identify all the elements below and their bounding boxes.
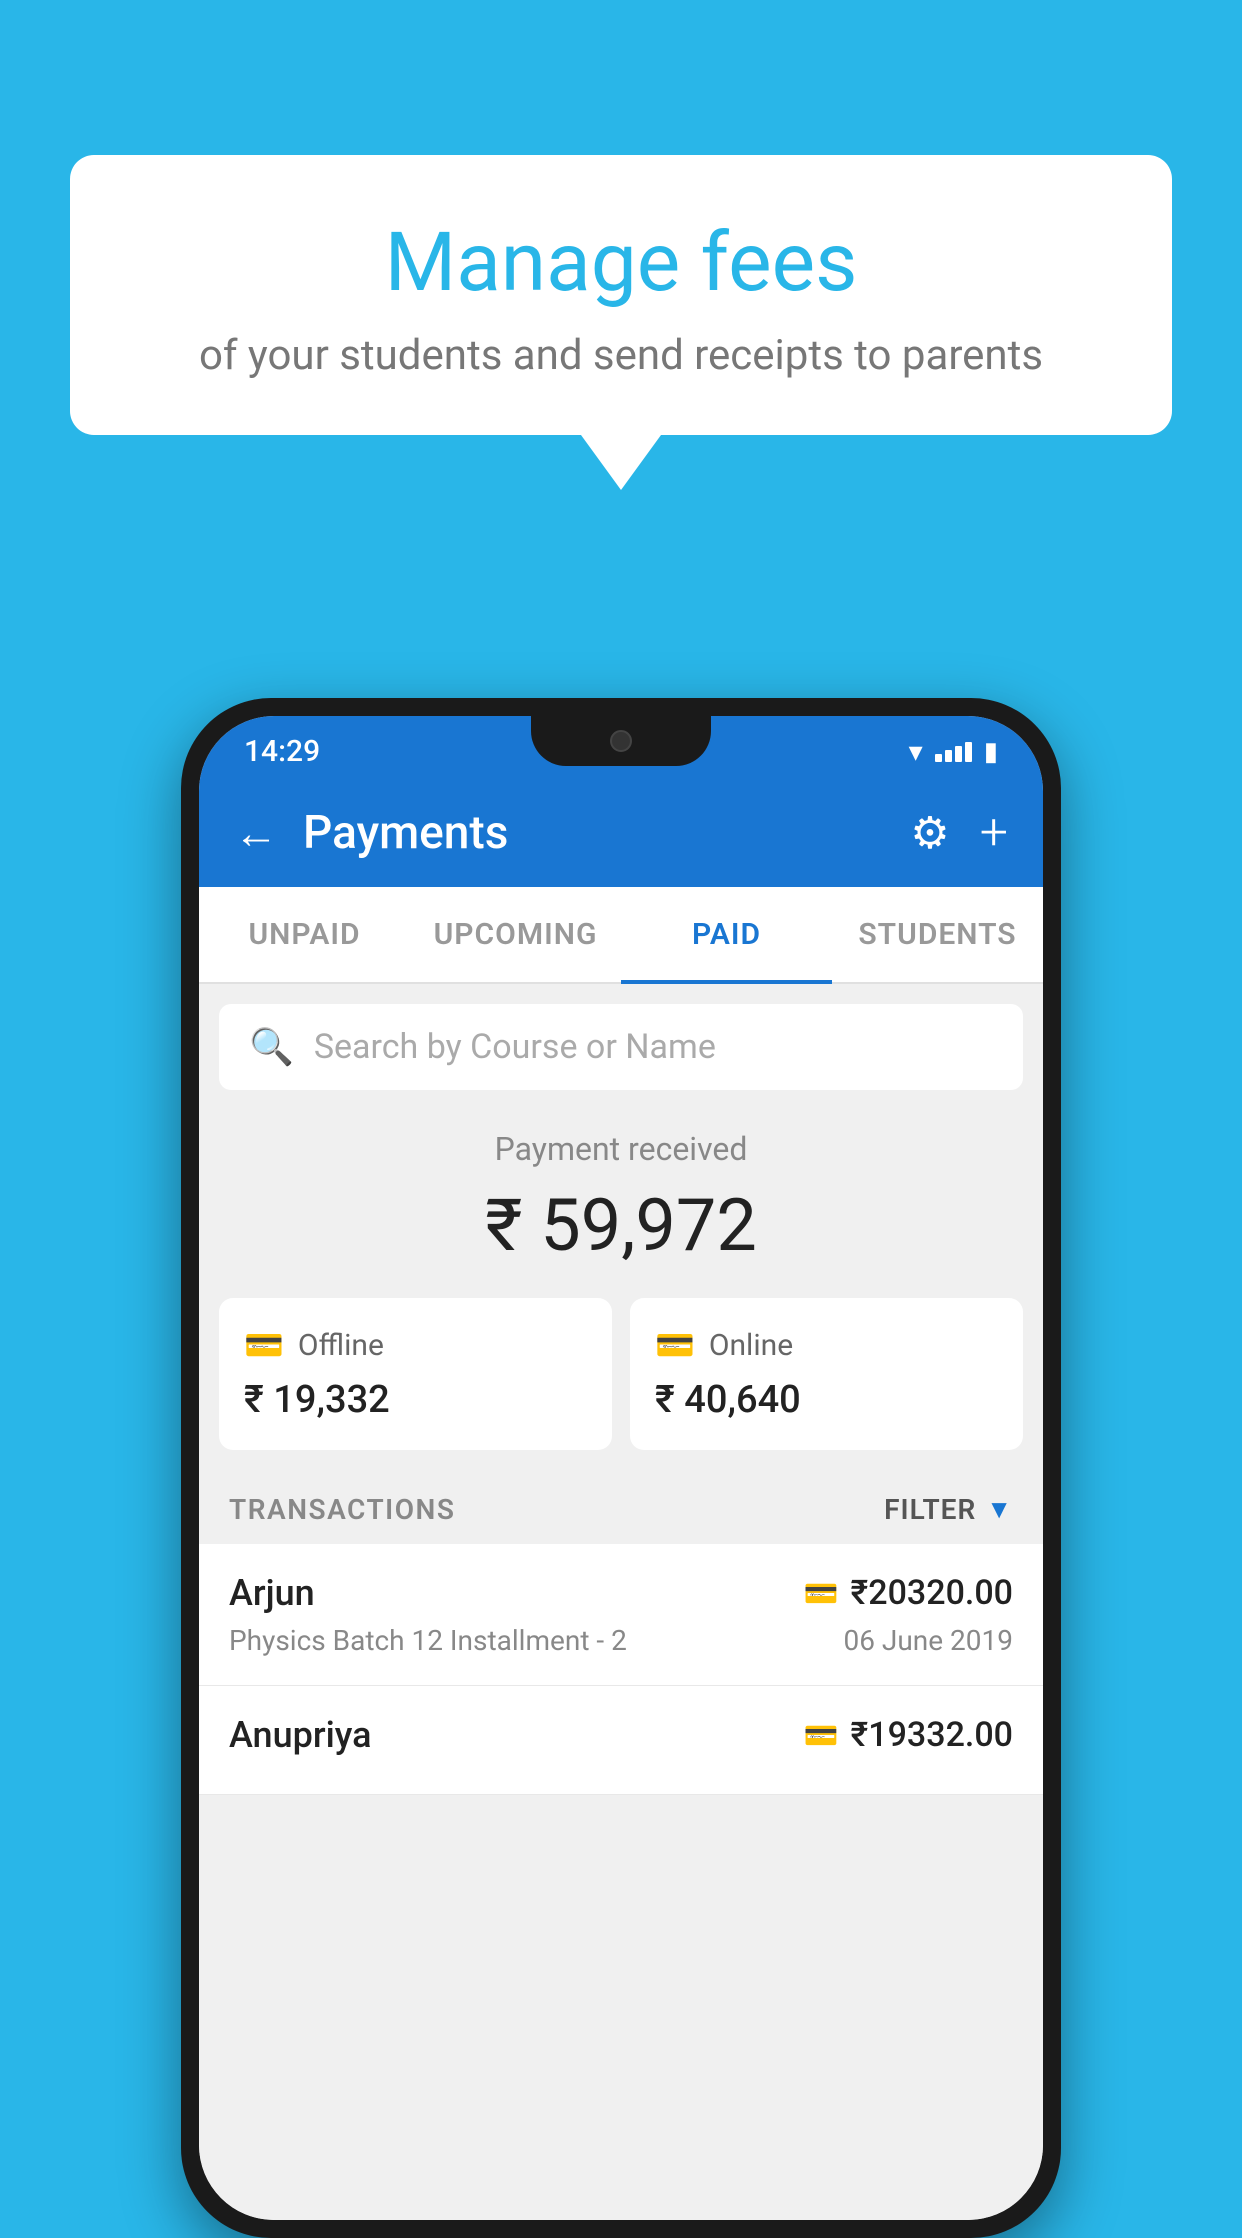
transaction-course: Physics Batch 12 Installment - 2	[229, 1624, 627, 1657]
status-bar: 14:29 ▾ ▮	[199, 716, 1043, 779]
tab-paid[interactable]: PAID	[621, 887, 832, 982]
battery-icon: ▮	[984, 737, 998, 767]
back-button[interactable]: ←	[234, 807, 278, 859]
transaction-row1: Anupriya 💳 ₹19332.00	[229, 1714, 1013, 1756]
payment-received-label: Payment received	[219, 1130, 1023, 1168]
online-card-header: 💳 Online	[655, 1326, 998, 1364]
wifi-icon: ▾	[909, 735, 923, 768]
search-icon: 🔍	[249, 1026, 294, 1068]
app-bar-left: ← Payments	[234, 806, 508, 860]
status-icons: ▾ ▮	[909, 735, 998, 768]
transaction-amount-row: 💳 ₹19332.00	[804, 1715, 1013, 1755]
offline-card: 💳 Offline ₹ 19,332	[219, 1298, 612, 1450]
status-time: 14:29	[244, 734, 320, 769]
online-label: Online	[709, 1328, 793, 1363]
phone-screen: 14:29 ▾ ▮ ← Payments	[199, 716, 1043, 2220]
app-bar: ← Payments ⚙ +	[199, 779, 1043, 887]
offline-payment-icon: 💳	[804, 1719, 839, 1752]
add-button[interactable]: +	[980, 804, 1008, 862]
notch	[531, 716, 711, 766]
speech-bubble-subtitle: of your students and send receipts to pa…	[120, 331, 1122, 380]
search-bar[interactable]: 🔍 Search by Course or Name	[219, 1004, 1023, 1090]
transaction-name: Anupriya	[229, 1714, 372, 1756]
transaction-row1: Arjun 💳 ₹20320.00	[229, 1572, 1013, 1614]
transaction-item[interactable]: Arjun 💳 ₹20320.00 Physics Batch 12 Insta…	[199, 1544, 1043, 1686]
offline-card-header: 💳 Offline	[244, 1326, 587, 1364]
tab-students[interactable]: STUDENTS	[832, 887, 1043, 982]
online-card: 💳 Online ₹ 40,640	[630, 1298, 1023, 1450]
search-placeholder: Search by Course or Name	[314, 1027, 716, 1067]
payment-summary: Payment received ₹ 59,972	[199, 1090, 1043, 1298]
offline-amount: ₹ 19,332	[244, 1378, 587, 1422]
transaction-amount: ₹19332.00	[851, 1715, 1013, 1755]
filter-icon: ▼	[986, 1494, 1013, 1525]
tab-unpaid[interactable]: UNPAID	[199, 887, 410, 982]
payment-total-amount: ₹ 59,972	[219, 1183, 1023, 1268]
speech-bubble-wrapper: Manage fees of your students and send re…	[70, 155, 1172, 490]
filter-label: FILTER	[884, 1493, 976, 1526]
offline-icon: 💳	[244, 1326, 284, 1364]
notch-camera	[610, 730, 632, 752]
online-payment-icon: 💳	[804, 1577, 839, 1610]
filter-button[interactable]: FILTER ▼	[884, 1493, 1013, 1526]
signal-bar-1	[935, 754, 942, 762]
speech-bubble-tail	[581, 435, 661, 490]
transaction-row2: Physics Batch 12 Installment - 2 06 June…	[229, 1624, 1013, 1657]
app-bar-title: Payments	[303, 806, 508, 860]
tab-upcoming[interactable]: UPCOMING	[410, 887, 621, 982]
online-amount: ₹ 40,640	[655, 1378, 998, 1422]
phone-frame: 14:29 ▾ ▮ ← Payments	[181, 698, 1061, 2238]
transaction-item[interactable]: Anupriya 💳 ₹19332.00	[199, 1686, 1043, 1795]
offline-label: Offline	[298, 1328, 384, 1363]
signal-bar-2	[945, 750, 952, 762]
signal-bar-4	[965, 742, 972, 762]
settings-button[interactable]: ⚙	[910, 807, 949, 859]
transactions-header: TRANSACTIONS FILTER ▼	[199, 1475, 1043, 1544]
signal-bars	[935, 742, 972, 762]
content-area: 🔍 Search by Course or Name Payment recei…	[199, 984, 1043, 2220]
payment-cards: 💳 Offline ₹ 19,332 💳 Online ₹ 40,640	[199, 1298, 1043, 1475]
tabs: UNPAID UPCOMING PAID STUDENTS	[199, 887, 1043, 984]
transaction-date: 06 June 2019	[843, 1624, 1013, 1657]
transaction-name: Arjun	[229, 1572, 315, 1614]
signal-bar-3	[955, 746, 962, 762]
speech-bubble: Manage fees of your students and send re…	[70, 155, 1172, 435]
speech-bubble-title: Manage fees	[120, 215, 1122, 311]
transaction-amount: ₹20320.00	[851, 1573, 1013, 1613]
online-icon: 💳	[655, 1326, 695, 1364]
transactions-label: TRANSACTIONS	[229, 1493, 455, 1526]
transaction-amount-row: 💳 ₹20320.00	[804, 1573, 1013, 1613]
app-bar-right: ⚙ +	[910, 804, 1008, 862]
